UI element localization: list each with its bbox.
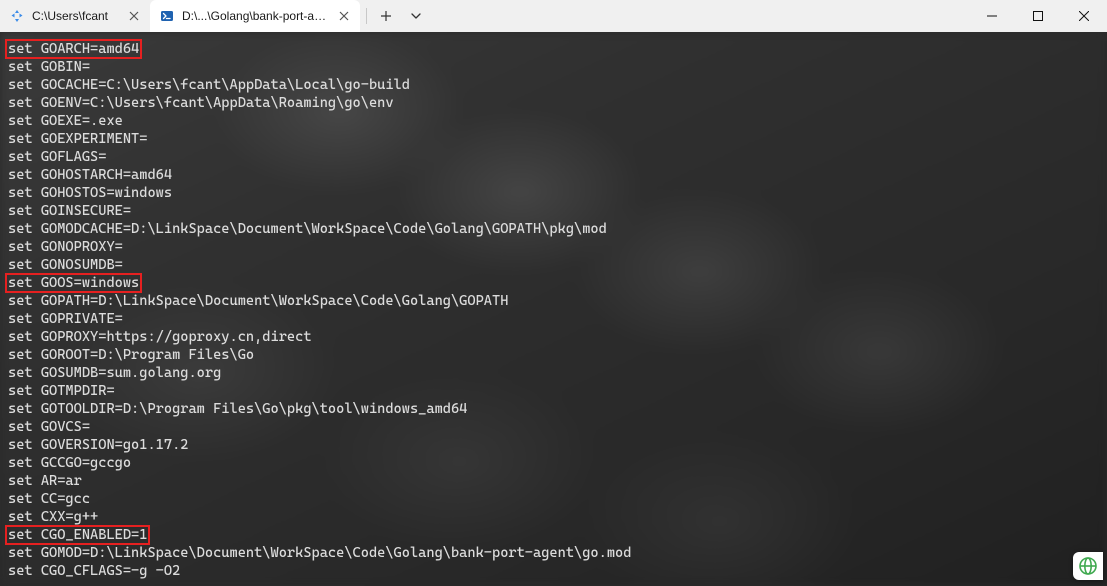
tab-title: C:\Users\fcant [32, 9, 118, 23]
terminal-line: set GCCGO=gccgo [6, 454, 1107, 472]
terminal-line: set AR=ar [6, 472, 1107, 490]
terminal-line: set GOTOOLDIR=D:\Program Files\Go\pkg\to… [6, 400, 1107, 418]
close-window-button[interactable] [1061, 0, 1107, 32]
terminal-line: set GOINSECURE= [6, 202, 1107, 220]
terminal-line: set GOEXE=.exe [6, 112, 1107, 130]
minimize-button[interactable] [969, 0, 1015, 32]
terminal-line: set GOPROXY=https://goproxy.cn,direct [6, 328, 1107, 346]
terminal-line: set GOARCH=amd64 [6, 40, 141, 58]
terminal-line: set GOSUMDB=sum.golang.org [6, 364, 1107, 382]
terminal-line: set CXX=g++ [6, 508, 1107, 526]
terminal-line: set GOOS=windows [6, 274, 141, 292]
titlebar: C:\Users\fcant D:\...\Golang\bank-port-a… [0, 0, 1107, 32]
terminal-line: set GOMODCACHE=D:\LinkSpace\Document\Wor… [6, 220, 1107, 238]
maximize-button[interactable] [1015, 0, 1061, 32]
terminal-line: set GONOSUMDB= [6, 256, 1107, 274]
terminal-line: set CGO_CFLAGS=-g -O2 [6, 562, 1107, 580]
terminal-line: set GOEXPERIMENT= [6, 130, 1107, 148]
terminal-line: set GOROOT=D:\Program Files\Go [6, 346, 1107, 364]
terminal-line: set GONOPROXY= [6, 238, 1107, 256]
tab-inactive[interactable]: C:\Users\fcant [0, 0, 150, 32]
terminal-line: set GOENV=C:\Users\fcant\AppData\Roaming… [6, 94, 1107, 112]
terminal-line: set GOBIN= [6, 58, 1107, 76]
terminal-line: set GOTMPDIR= [6, 382, 1107, 400]
separator [366, 8, 367, 24]
tab-active[interactable]: D:\...\Golang\bank-port-agent [150, 0, 360, 32]
terminal-line: set GOVERSION=go1.17.2 [6, 436, 1107, 454]
powershell-icon [160, 9, 174, 23]
tab-strip: C:\Users\fcant D:\...\Golang\bank-port-a… [0, 0, 433, 32]
tab-title: D:\...\Golang\bank-port-agent [182, 9, 328, 23]
terminal-line: set GOVCS= [6, 418, 1107, 436]
titlebar-drag-region[interactable] [433, 0, 969, 32]
terminal-line: set GOFLAGS= [6, 148, 1107, 166]
assistant-badge[interactable] [1073, 552, 1103, 580]
tab-actions [360, 0, 433, 32]
terminal-output[interactable]: set GOARCH=amd64set GOBIN=set GOCACHE=C:… [0, 32, 1107, 580]
close-icon[interactable] [126, 8, 142, 24]
terminal-line: set GOPRIVATE= [6, 310, 1107, 328]
terminal-line: set GOCACHE=C:\Users\fcant\AppData\Local… [6, 76, 1107, 94]
terminal-line: set GOHOSTOS=windows [6, 184, 1107, 202]
terminal-line: set GOHOSTARCH=amd64 [6, 166, 1107, 184]
window-controls [969, 0, 1107, 32]
terminal-line: set GOPATH=D:\LinkSpace\Document\WorkSpa… [6, 292, 1107, 310]
terminal-line: set GOMOD=D:\LinkSpace\Document\WorkSpac… [6, 544, 1107, 562]
close-icon[interactable] [336, 8, 352, 24]
segments-icon [10, 9, 24, 23]
new-tab-button[interactable] [375, 5, 397, 27]
terminal-line: set CGO_ENABLED=1 [6, 526, 149, 544]
terminal-line: set CC=gcc [6, 490, 1107, 508]
tab-dropdown-button[interactable] [405, 5, 427, 27]
